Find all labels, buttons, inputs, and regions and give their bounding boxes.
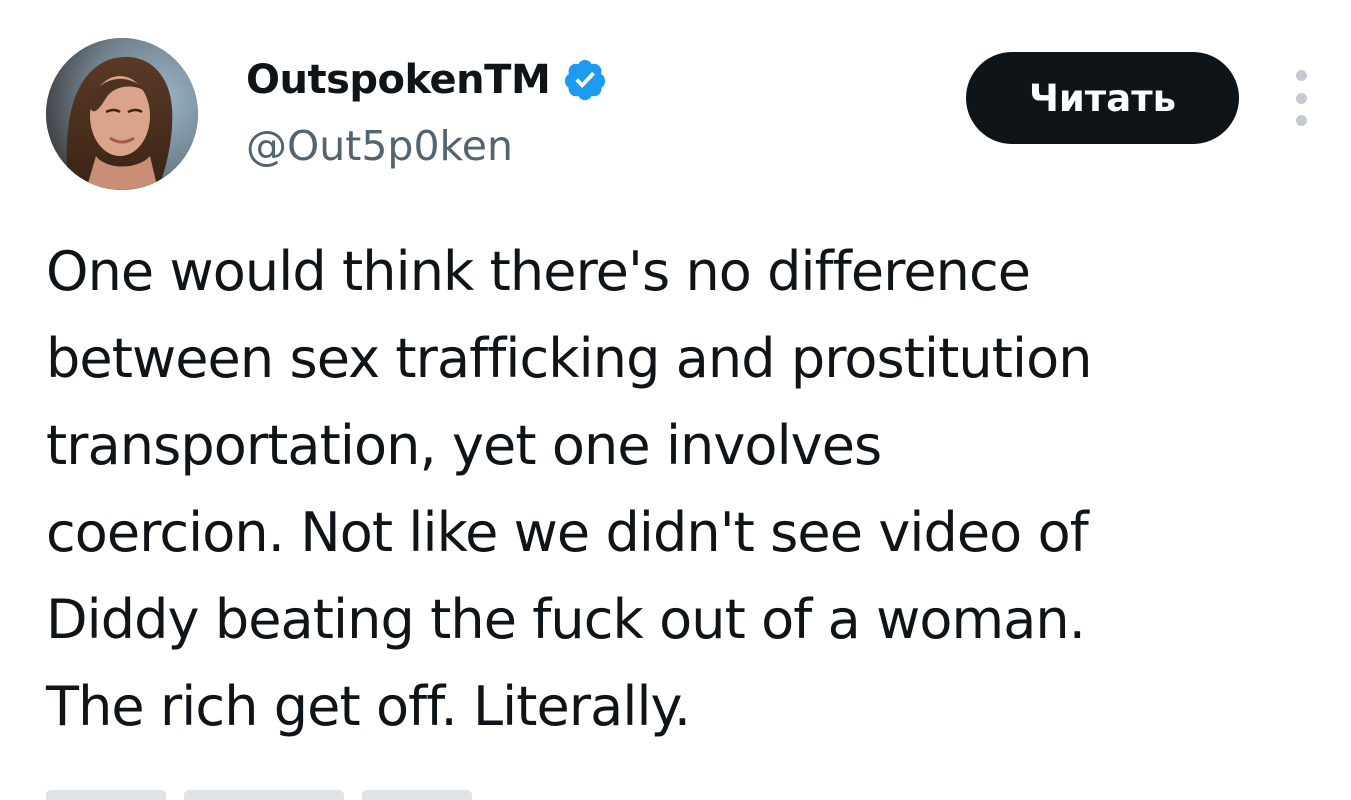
more-dot (1295, 115, 1307, 126)
author-handle[interactable]: @Out5p0ken (246, 122, 513, 170)
display-name[interactable]: OutspokenTM (246, 57, 551, 103)
follow-button[interactable]: Читать (966, 52, 1239, 144)
profile-photo (46, 38, 198, 190)
cut-off-fragment (362, 790, 472, 800)
tweet-text-line: between sex trafficking and prostitution (46, 327, 1092, 390)
tweet-text-line: Diddy beating the fuck out of a woman. (46, 588, 1086, 651)
tweet-text-line: transportation, yet one involves (46, 414, 882, 477)
tweet-text-line: The rich get off. Literally. (46, 675, 691, 738)
cut-off-content (46, 790, 486, 800)
more-dot (1295, 70, 1307, 81)
cut-off-fragment (184, 790, 344, 800)
more-vertical-icon[interactable] (1286, 70, 1316, 126)
verified-badge-icon (562, 57, 608, 103)
tweet-text-line: One would think there's no difference (46, 240, 1031, 303)
cut-off-fragment (46, 790, 166, 800)
tweet: OutspokenTM @Out5p0ken Читать One would … (0, 0, 1351, 800)
author-name-row[interactable]: OutspokenTM (246, 50, 608, 110)
tweet-text-line: coercion. Not like we didn't see video o… (46, 501, 1089, 564)
more-dot (1295, 92, 1307, 104)
avatar[interactable] (46, 38, 198, 190)
tweet-text: One would think there's no difference be… (46, 228, 1336, 750)
